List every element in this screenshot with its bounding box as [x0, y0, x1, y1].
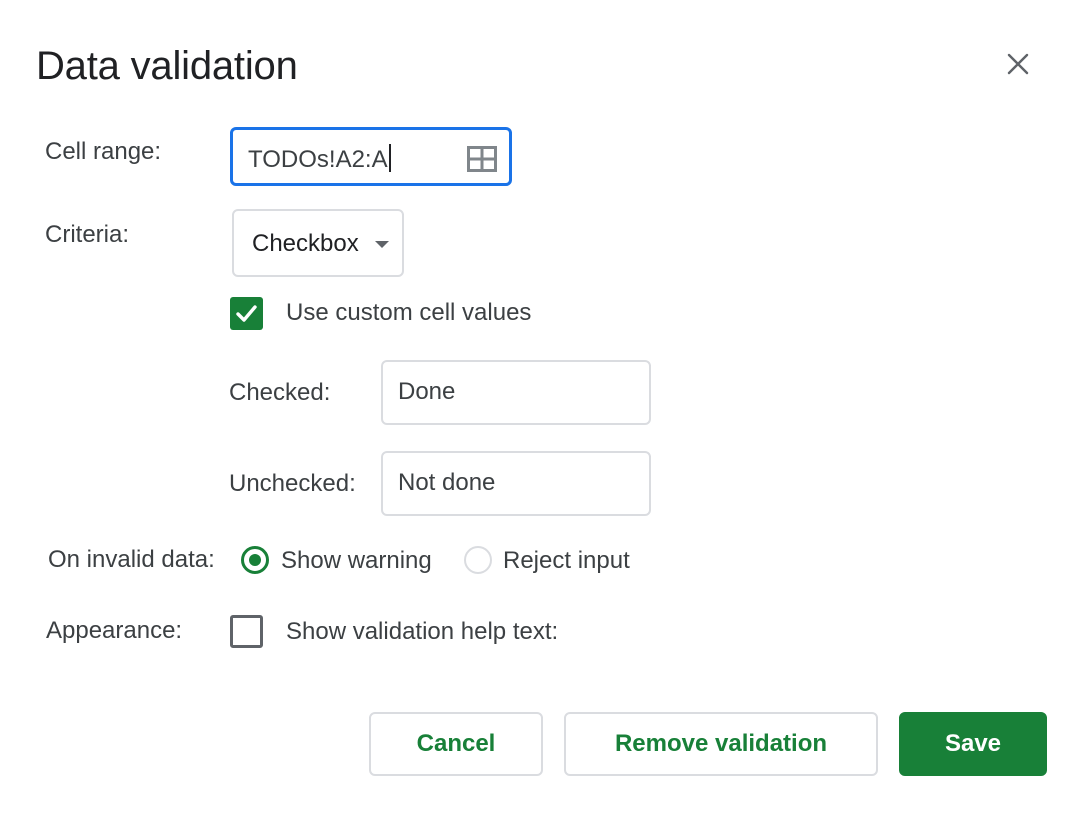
appearance-label: Appearance:: [46, 617, 183, 644]
text-caret: [388, 144, 391, 172]
invalid-data-label: On invalid data:: [48, 546, 215, 573]
custom-values-label: Use custom cell values: [286, 299, 532, 326]
remove-validation-button[interactable]: Remove validation: [564, 712, 878, 776]
checked-value-text: Done: [398, 378, 456, 405]
data-validation-dialog: Data validation Cell range: TODOs!A2:A C…: [0, 0, 1082, 814]
criteria-label: Criteria:: [45, 221, 130, 248]
dropdown-arrow-icon: [375, 241, 389, 248]
close-button[interactable]: [998, 44, 1038, 84]
cancel-button[interactable]: Cancel: [369, 712, 543, 776]
reject-input-radio[interactable]: [464, 546, 492, 574]
checkmark-icon: [236, 305, 257, 322]
checked-value-input[interactable]: Done: [381, 360, 651, 425]
custom-values-checkbox[interactable]: [230, 297, 263, 330]
unchecked-value-input[interactable]: Not done: [381, 451, 651, 516]
show-warning-label[interactable]: Show warning: [281, 546, 432, 576]
unchecked-value-text: Not done: [398, 469, 496, 496]
criteria-selected-value: Checkbox: [252, 230, 359, 257]
save-button[interactable]: Save: [899, 712, 1047, 776]
cell-range-input[interactable]: TODOs!A2:A: [230, 127, 512, 186]
unchecked-value-label: Unchecked:: [229, 470, 356, 497]
show-warning-radio[interactable]: [241, 546, 269, 574]
cell-range-label: Cell range:: [45, 138, 162, 165]
grid-select-icon[interactable]: [467, 146, 497, 172]
help-text-label: Show validation help text:: [286, 618, 559, 645]
checked-value-label: Checked:: [229, 379, 331, 406]
dialog-title: Data validation: [36, 44, 298, 88]
reject-input-label[interactable]: Reject input: [503, 546, 630, 576]
cell-range-value: TODOs!A2:A: [248, 146, 388, 173]
help-text-checkbox[interactable]: [230, 615, 263, 648]
close-icon: [1007, 53, 1029, 75]
criteria-dropdown[interactable]: Checkbox: [232, 209, 404, 277]
